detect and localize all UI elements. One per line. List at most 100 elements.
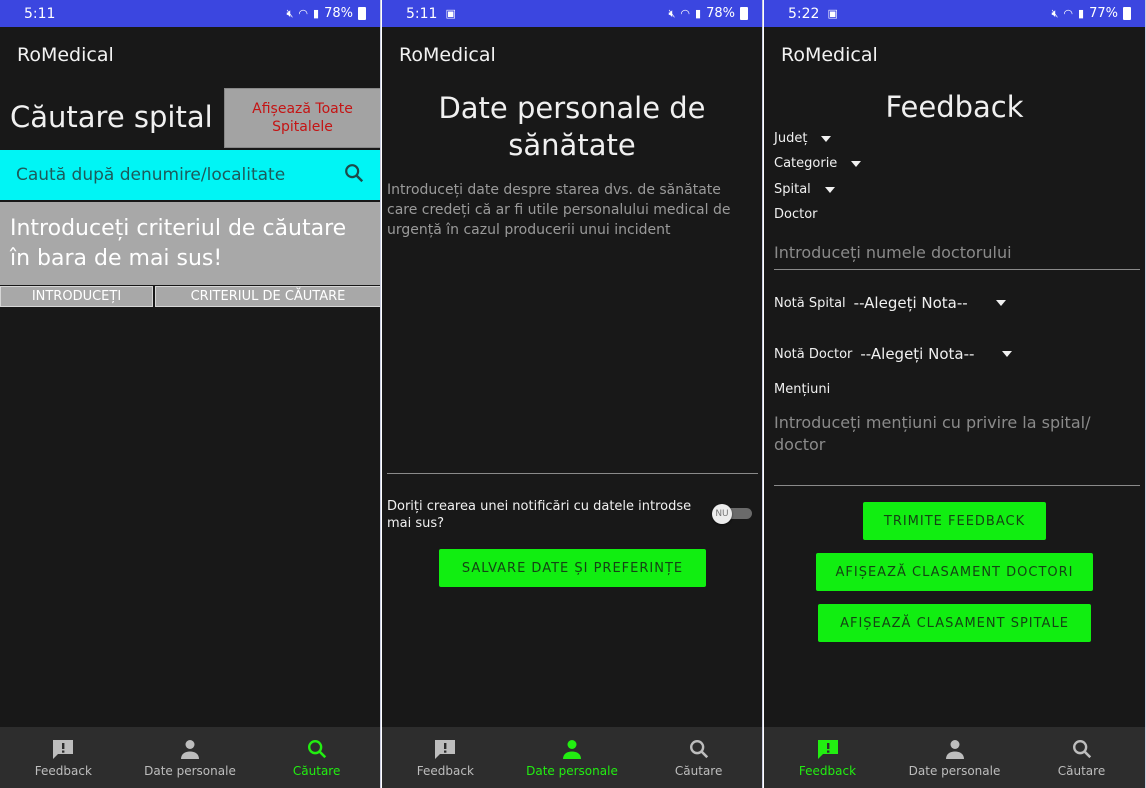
chevron-down-icon [824, 186, 835, 193]
nav-label: Căutare [674, 764, 723, 778]
bottom-nav: Feedback Date personale Căutare [764, 727, 1145, 788]
chevron-down-icon [995, 300, 1006, 306]
status-time: 5:11 [406, 5, 438, 22]
nav-feedback[interactable]: Feedback [385, 737, 505, 778]
search-input[interactable] [16, 165, 326, 185]
page-title: Date personale de sănătate [438, 91, 706, 162]
battery-icon [740, 7, 748, 20]
hospital-label: Spital [774, 182, 811, 197]
nav-feedback[interactable]: Feedback [3, 737, 123, 778]
wifi-icon: ◠ [680, 7, 691, 20]
search-icon [1069, 737, 1095, 761]
search-icon[interactable] [343, 162, 365, 188]
person-icon [177, 737, 203, 761]
app-title: RoMedical [17, 44, 114, 66]
hint-cell: CRITERIUL DE CĂUTARE [155, 286, 380, 307]
notification-question: Doriți crearea unei notificări cu datele… [387, 499, 692, 531]
hospital-rating-label: Notă Spital [774, 295, 846, 311]
mute-icon: 🔇︎ [1051, 6, 1059, 20]
category-label: Categorie [774, 156, 838, 171]
send-feedback-button[interactable]: TRIMITE FEEDBACK [863, 502, 1046, 540]
hospital-rating-select[interactable]: Notă Spital --Alegeți Nota-- [774, 294, 1006, 312]
nav-search[interactable]: Căutare [1022, 737, 1142, 778]
search-bar [0, 150, 380, 200]
image-icon: ▣ [827, 7, 838, 20]
nav-label: Date personale [908, 764, 1001, 778]
feedback-icon [815, 737, 841, 761]
wifi-icon: ◠ [1063, 7, 1074, 20]
bottom-nav: Feedback Date personale Căutare [382, 727, 762, 788]
status-bar: 5:11 🔇︎ ◠ ▮ 78% [0, 0, 380, 27]
battery-level: 78% [324, 6, 353, 21]
bottom-nav: Feedback Date personale Căutare [0, 727, 380, 788]
mute-icon: 🔇︎ [668, 6, 676, 20]
nav-search[interactable]: Căutare [257, 737, 377, 778]
wifi-icon: ◠ [298, 7, 309, 20]
show-all-hospitals-button[interactable]: Afișează Toate Spitalele [224, 88, 380, 148]
nav-label: Feedback [798, 764, 857, 778]
nav-personal[interactable]: Date personale [130, 737, 250, 778]
nav-label: Căutare [292, 764, 341, 778]
toggle-knob: NU [712, 504, 732, 524]
app-title: RoMedical [399, 44, 496, 66]
search-icon [686, 737, 712, 761]
nav-label: Feedback [416, 764, 474, 778]
app-title: RoMedical [781, 44, 878, 66]
screen-feedback: 5:22 ▣ 🔇︎ ◠ ▮ 77% RoMedical Feedback Jud… [764, 0, 1146, 788]
chevron-down-icon [851, 160, 862, 167]
page-title: Căutare spital [10, 100, 213, 134]
doctor-rating-label: Notă Doctor [774, 346, 853, 362]
category-select[interactable]: Categorie [774, 156, 862, 171]
save-data-button[interactable]: SALVARE DATE ȘI PREFERINȚE [439, 549, 706, 587]
signal-icon: ▮ [695, 7, 702, 20]
status-bar: 5:11 ▣ 🔇︎ ◠ ▮ 78% [382, 0, 762, 27]
person-icon [559, 737, 585, 761]
doctor-name-input[interactable] [774, 242, 1140, 270]
nav-personal[interactable]: Date personale [895, 737, 1015, 778]
signal-icon: ▮ [313, 7, 320, 20]
mute-icon: 🔇︎ [286, 6, 294, 20]
signal-icon: ▮ [1078, 7, 1085, 20]
feedback-icon [432, 737, 458, 761]
doctor-label: Doctor [774, 207, 818, 222]
hospital-rating-value: --Alegeți Nota-- [853, 294, 968, 312]
nav-label: Căutare [1057, 764, 1106, 778]
doctor-rating-value: --Alegeți Nota-- [860, 345, 975, 363]
county-label: Județ [774, 131, 808, 146]
hint-cell: INTRODUCEȚI [0, 286, 153, 307]
status-time: 5:11 [24, 5, 56, 22]
nav-feedback[interactable]: Feedback [768, 737, 888, 778]
mentions-input[interactable]: Introduceți mențiuni cu privire la spita… [774, 410, 1140, 486]
chevron-down-icon [1002, 351, 1013, 357]
nav-label: Date personale [526, 764, 618, 778]
screen-personal-data: 5:11 ▣ 🔇︎ ◠ ▮ 78% RoMedical Date persona… [382, 0, 763, 788]
screen-search: 5:11 🔇︎ ◠ ▮ 78% RoMedical Căutare spital… [0, 0, 381, 788]
notification-toggle[interactable]: NU [712, 504, 752, 524]
nav-label: Date personale [144, 764, 236, 778]
search-hint: Introduceți criteriul de căutare în bara… [0, 202, 380, 285]
status-time: 5:22 [788, 5, 820, 22]
hint-row: INTRODUCEȚI CRITERIUL DE CĂUTARE [0, 286, 380, 307]
hospital-select[interactable]: Spital [774, 182, 835, 197]
doctor-rating-select[interactable]: Notă Doctor --Alegeți Nota-- [774, 345, 1013, 363]
mentions-label: Mențiuni [774, 382, 831, 397]
image-icon: ▣ [445, 7, 456, 20]
page-title: Feedback [885, 90, 1024, 124]
chevron-down-icon [821, 135, 832, 142]
battery-icon [358, 7, 366, 20]
divider [387, 473, 758, 474]
nav-label: Feedback [34, 764, 92, 778]
battery-level: 77% [1089, 6, 1118, 21]
feedback-icon [50, 737, 76, 761]
health-data-input[interactable]: Introduceți date despre starea dvs. de s… [387, 180, 752, 240]
status-bar: 5:22 ▣ 🔇︎ ◠ ▮ 77% [764, 0, 1145, 27]
show-doctor-ranking-button[interactable]: AFIȘEAZĂ CLASAMENT DOCTORI [816, 553, 1093, 591]
battery-level: 78% [706, 6, 735, 21]
show-hospital-ranking-button[interactable]: AFIȘEAZĂ CLASAMENT SPITALE [818, 604, 1091, 642]
county-select[interactable]: Județ [774, 131, 832, 146]
nav-personal[interactable]: Date personale [512, 737, 632, 778]
nav-search[interactable]: Căutare [639, 737, 759, 778]
person-icon [942, 737, 968, 761]
search-icon [304, 737, 330, 761]
battery-icon [1123, 7, 1131, 20]
